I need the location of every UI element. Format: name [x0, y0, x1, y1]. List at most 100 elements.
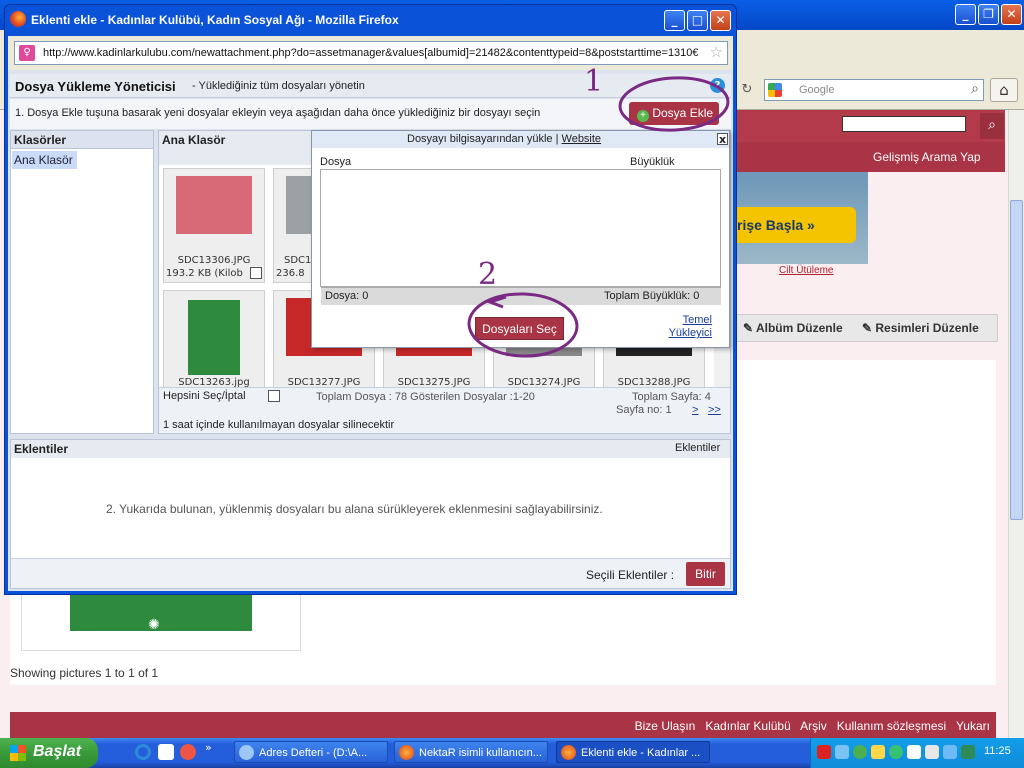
footer-link[interactable]: Arşiv — [800, 719, 827, 733]
delete-note: 1 saat içinde kullanılmayan dosyalar sil… — [163, 419, 395, 431]
add-file-label: Dosya Ekle — [652, 106, 714, 120]
taskbar-item-active[interactable]: Eklenti ekle - Kadınlar ... — [556, 741, 710, 763]
annotation-one: 1 — [584, 64, 604, 99]
website-link[interactable]: Website — [562, 133, 602, 145]
page-no-text: Sayfa no: 1 — [616, 404, 672, 416]
bg-footer-links: Bize Ulaşın Kadınlar Kulübü Arşiv Kullan… — [600, 719, 990, 733]
tray-messenger-icon[interactable] — [853, 745, 867, 759]
attachments-header: Eklentiler — [14, 442, 69, 456]
firefox-icon — [10, 11, 26, 27]
thumbnail[interactable]: SDC13306.JPG 193.2 KB (Kilob — [163, 168, 265, 283]
last-page-link[interactable]: >> — [708, 404, 721, 416]
start-label: Başlat — [33, 743, 82, 760]
taskbar-item-label: Adres Defteri - (D:\A... — [259, 747, 368, 759]
tray-app-icon[interactable] — [871, 745, 885, 759]
magnifier-icon[interactable]: ⌕ — [971, 81, 979, 97]
bg-site-search-input[interactable] — [842, 116, 966, 132]
footer-link[interactable]: Yukarı — [956, 719, 990, 733]
basic-uploader-line2: Yükleyici — [668, 327, 712, 339]
thumbnail-filename: SDC13306.JPG — [177, 255, 251, 266]
basic-uploader-line1: Temel — [682, 314, 712, 326]
thumbnail-size: 193.2 KB (Kilob — [166, 268, 243, 279]
bg-search-box[interactable]: Google ⌕ — [764, 79, 984, 101]
popup-minimize-button[interactable]: _ — [664, 10, 685, 31]
total-pages-text: Toplam Sayfa: 4 — [632, 391, 711, 403]
tray-app-icon[interactable] — [889, 745, 903, 759]
popup-url-field[interactable]: ♀ http://www.kadinlarkulubu.com/newattac… — [14, 41, 728, 65]
select-files-button[interactable]: Dosyaları Seç — [475, 317, 564, 340]
taskbar-item-label: NektaR isimli kullanıcın... — [419, 747, 542, 759]
bg-banner-sub[interactable]: Cilt Ütüleme — [779, 265, 833, 276]
tray-app-icon[interactable] — [925, 745, 939, 759]
tray-app-icon[interactable] — [943, 745, 957, 759]
attachments-header-bar — [11, 440, 730, 458]
images-edit-button[interactable]: ✎ Resimleri Düzenle — [862, 321, 979, 335]
help-icon[interactable]: ? — [710, 78, 725, 93]
plus-circle-icon: + — [637, 110, 649, 122]
upload-file-list[interactable] — [320, 169, 721, 287]
bg-restore-button[interactable]: ❐ — [978, 4, 999, 25]
quicklaunch-chevron-icon[interactable]: » — [205, 741, 212, 754]
popup-title: Eklenti ekle - Kadınlar Kulübü, Kadın So… — [31, 13, 399, 27]
bookmark-star-icon[interactable]: ☆ — [710, 43, 723, 61]
thumbnail-checkbox[interactable] — [250, 267, 262, 279]
tray-app-icon[interactable] — [907, 745, 921, 759]
album-edit-button[interactable]: ✎ Albüm Düzenle — [743, 321, 843, 335]
select-all-label: Hepsini Seç/İptal — [163, 390, 246, 402]
search-placeholder: Google — [799, 84, 835, 96]
tray-volume-icon[interactable] — [961, 745, 975, 759]
showing-text: Showing pictures 1 to 1 of 1 — [10, 666, 159, 680]
next-page-link[interactable]: > — [692, 404, 698, 416]
basic-uploader-link[interactable]: Temel Yükleyici — [668, 314, 712, 340]
upload-total-size: Toplam Büyüklük: 0 — [604, 290, 700, 302]
selected-attachments-label: Seçili Eklentiler : — [586, 568, 675, 582]
instruction-text: 1. Dosya Ekle tuşuna basarak yeni dosyal… — [15, 107, 541, 119]
start-button[interactable]: Başlat — [0, 738, 98, 768]
upload-title: Dosyayı bilgisayarından yükle | Website — [407, 133, 601, 145]
media-icon[interactable] — [158, 744, 174, 760]
attachments-header-right: Eklentiler — [675, 442, 721, 454]
bg-scroll-thumb[interactable] — [1010, 200, 1023, 520]
taskbar-item[interactable]: Adres Defteri - (D:\A... — [234, 741, 388, 763]
bg-reload-icon[interactable]: ↻ — [737, 82, 757, 100]
bg-nav-link[interactable]: Gelişmiş Arama Yap — [873, 150, 981, 164]
finish-button[interactable]: Bitir — [686, 562, 725, 586]
footer-link[interactable]: Kullanım sözleşmesi — [837, 719, 946, 733]
drag-drop-note: 2. Yukarıda bulunan, yüklenmiş dosyaları… — [106, 502, 603, 516]
player-icon[interactable] — [180, 744, 196, 760]
manager-subtitle: - Yüklediğiniz tüm dosyaları yönetin — [192, 80, 365, 92]
home-icon[interactable]: ⌂ — [990, 78, 1018, 102]
bg-minimize-button[interactable]: _ — [955, 4, 976, 25]
bg-banner-button[interactable]: rişe Başla » — [735, 207, 856, 243]
annotation-two: 2 — [478, 257, 498, 292]
firefox-icon — [561, 745, 576, 760]
folder-item-ana-klasor[interactable]: Ana Klasör — [12, 151, 77, 169]
taskbar-item-label: Eklenti ekle - Kadınlar ... — [581, 747, 701, 759]
footer-link[interactable]: Bize Ulaşın — [635, 719, 696, 733]
popup-close-button[interactable]: ✕ — [710, 10, 731, 31]
bg-site-search-button[interactable]: ⌕ — [980, 113, 1004, 139]
popup-maximize-button[interactable]: □ — [687, 10, 708, 31]
footer-link[interactable]: Kadınlar Kulübü — [705, 719, 790, 733]
bg-scrollbar[interactable] — [1008, 110, 1024, 738]
url-text: http://www.kadinlarkulubu.com/newattachm… — [43, 47, 699, 59]
bg-close-button[interactable]: ✕ — [1001, 4, 1022, 25]
taskbar-item[interactable]: NektaR isimli kullanıcın... — [394, 741, 548, 763]
tray-network-icon[interactable] — [835, 745, 849, 759]
upload-title-text: Dosyayı bilgisayarından yükle — [407, 133, 553, 145]
folders-panel — [10, 130, 154, 434]
select-all-checkbox[interactable] — [268, 390, 280, 402]
windows-logo-icon — [10, 745, 26, 761]
folders-header: Klasörler — [14, 133, 67, 147]
tray-shield-icon[interactable] — [817, 745, 831, 759]
google-icon[interactable] — [768, 83, 782, 97]
upload-col-size: Büyüklük — [630, 156, 675, 168]
upload-count: Dosya: 0 — [325, 290, 369, 302]
main-folder-header: Ana Klasör — [162, 133, 226, 147]
add-file-button[interactable]: + Dosya Ekle — [629, 102, 719, 125]
ie-icon[interactable] — [135, 744, 151, 760]
total-files-text: Toplam Dosya : 78 Gösterilen Dosyalar :1… — [316, 391, 535, 403]
upload-close-icon[interactable]: x — [717, 133, 728, 145]
bg-photo[interactable]: ✺ — [70, 593, 252, 633]
clock: 11:25 — [984, 745, 1011, 757]
